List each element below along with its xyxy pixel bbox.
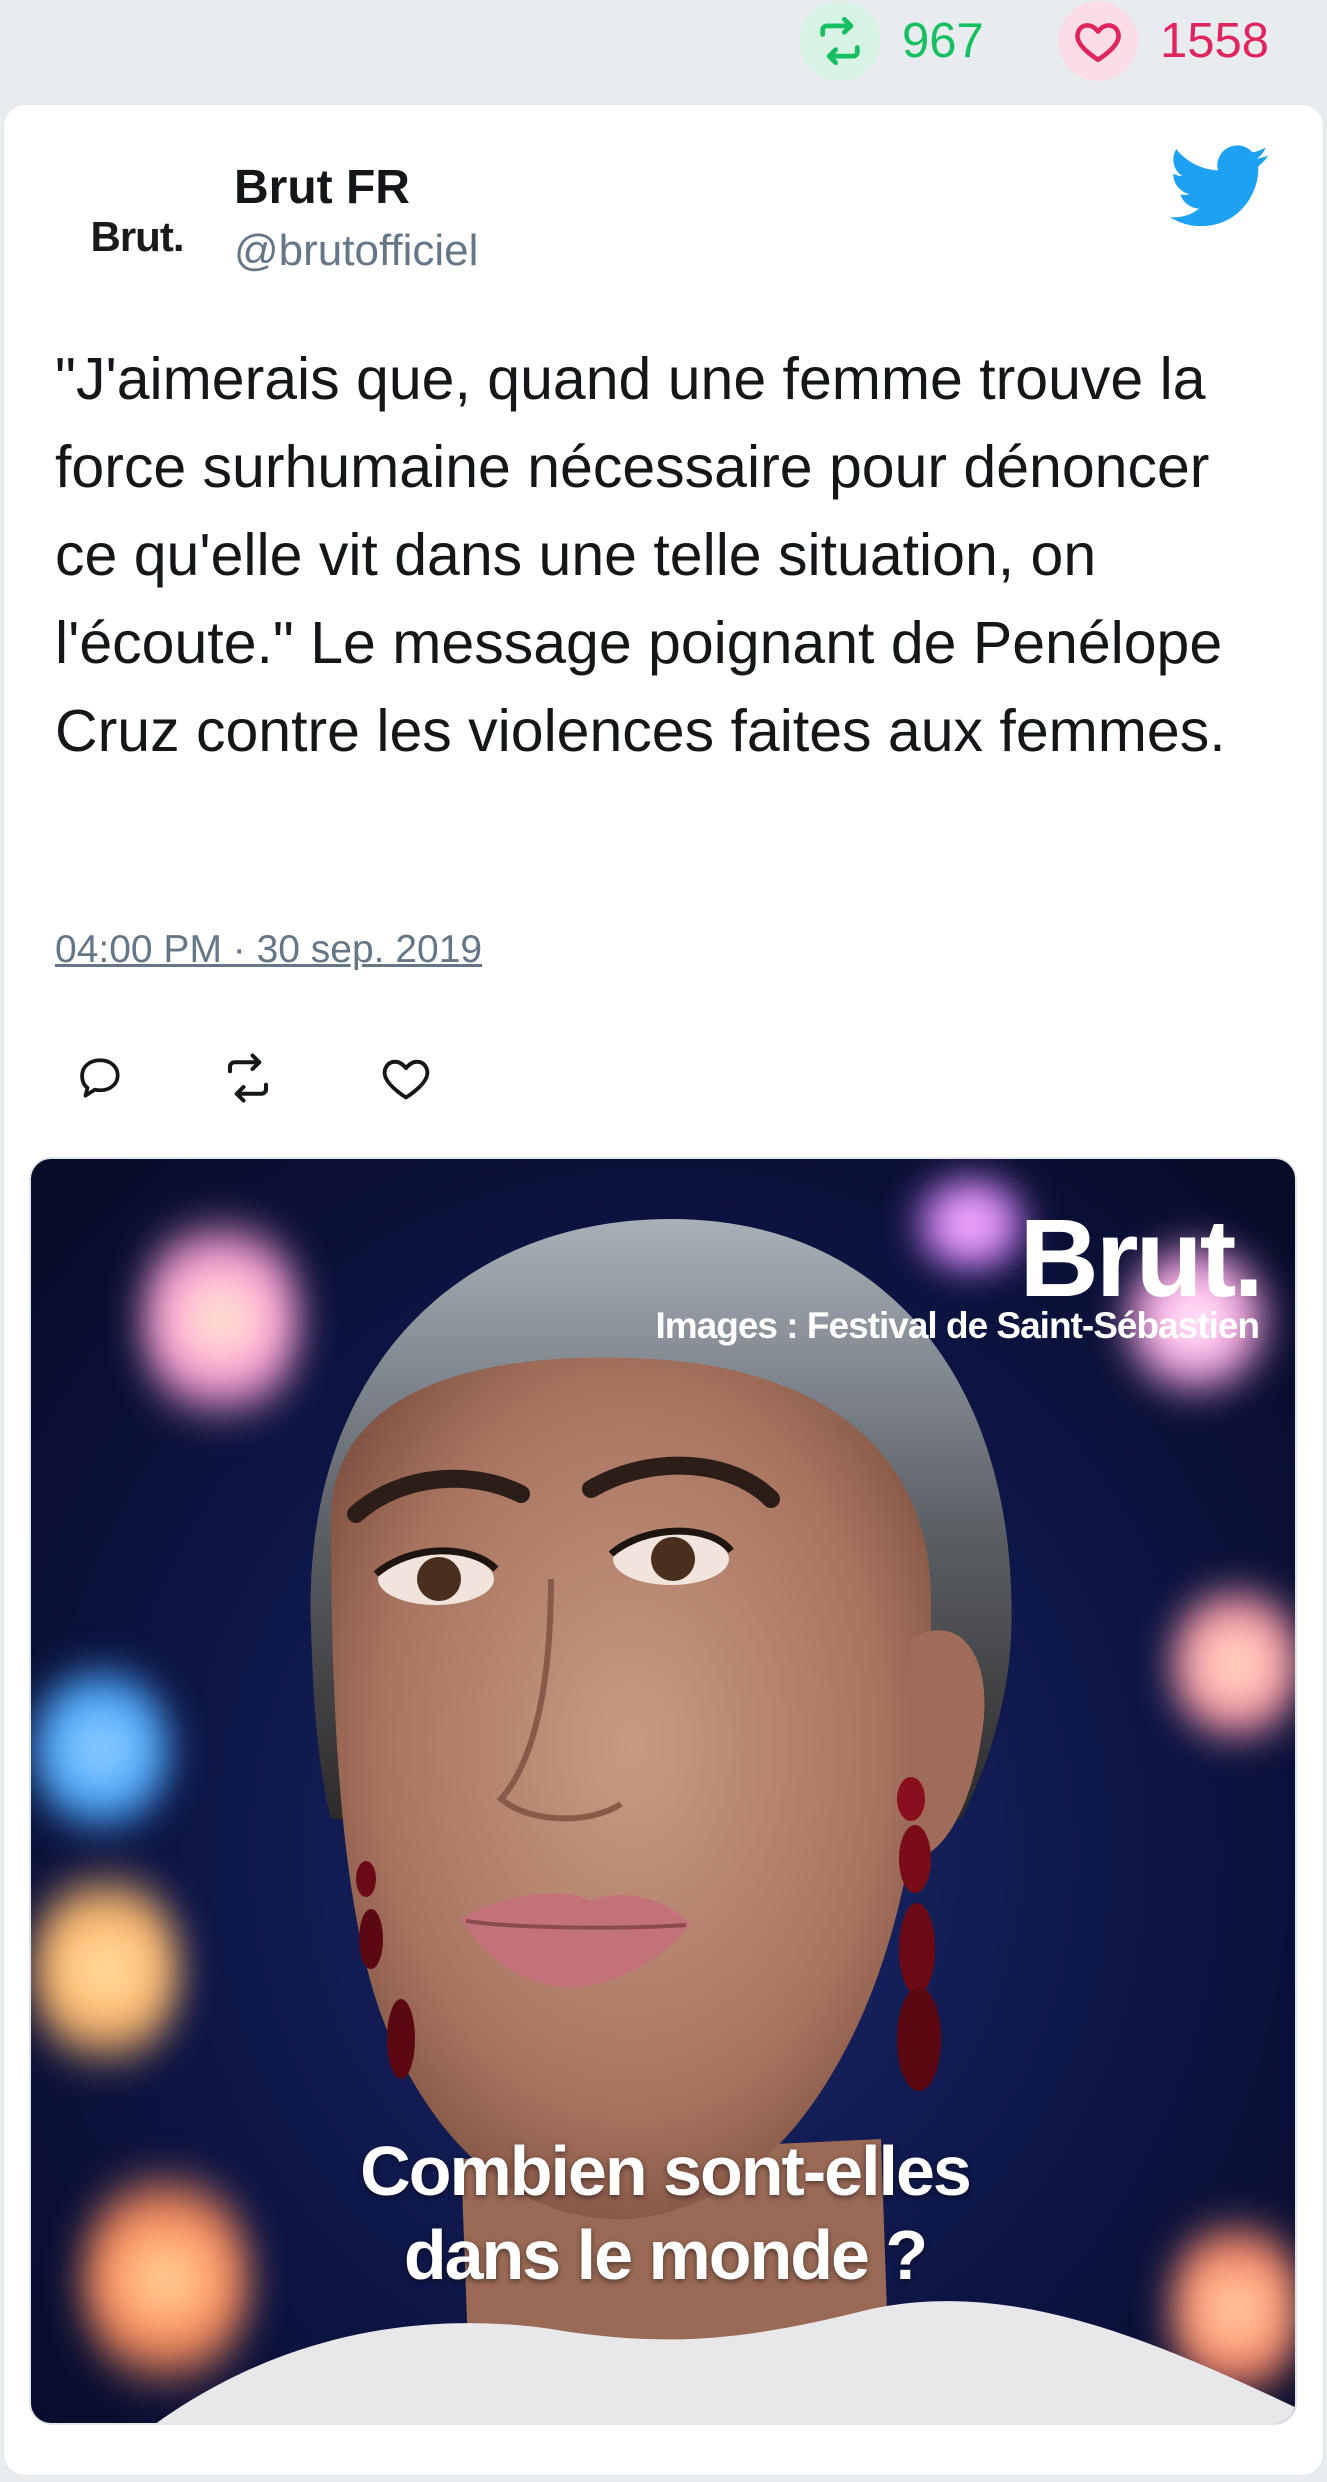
video-subtitle: Combien sont-elles dans le monde ? [31, 2129, 1295, 2297]
like-button[interactable] [376, 1050, 436, 1110]
tweet-text: "J'aimerais que, quand une femme trouve … [55, 346, 1226, 764]
image-credit: Images : Festival de Saint-Sébastien [655, 1305, 1260, 1346]
retweet-count-value: 967 [902, 14, 984, 68]
heart-icon [1058, 1, 1138, 81]
twitter-bird-icon[interactable] [1170, 145, 1270, 229]
tweet-media-video[interactable]: Brut. Images : Festival de Saint-Sébasti… [29, 1157, 1297, 2425]
like-count[interactable]: 1558 [1058, 0, 1269, 82]
retweet-button[interactable] [218, 1050, 278, 1110]
reply-icon [75, 1053, 125, 1108]
retweet-icon [800, 1, 880, 81]
retweet-count[interactable]: 967 [800, 0, 984, 82]
reply-button[interactable] [70, 1050, 130, 1110]
retweet-icon [221, 1051, 275, 1110]
tweet-stats-bar: 967 1558 [0, 0, 1327, 82]
author-handle[interactable]: @brutofficiel [234, 226, 478, 276]
author-name[interactable]: Brut FR [234, 160, 410, 215]
avatar-logo-text: Brut. [90, 213, 185, 260]
avatar[interactable]: Brut. [70, 170, 204, 304]
brut-logo: Brut. [1019, 1197, 1264, 1320]
tweet-timestamp-link[interactable]: 04:00 PM · 30 sep. 2019 [55, 928, 482, 972]
video-subtitle-line2: dans le monde ? [403, 2216, 928, 2294]
video-subtitle-line1: Combien sont-elles [360, 2132, 972, 2210]
heart-icon [380, 1052, 432, 1109]
like-count-value: 1558 [1160, 14, 1270, 68]
